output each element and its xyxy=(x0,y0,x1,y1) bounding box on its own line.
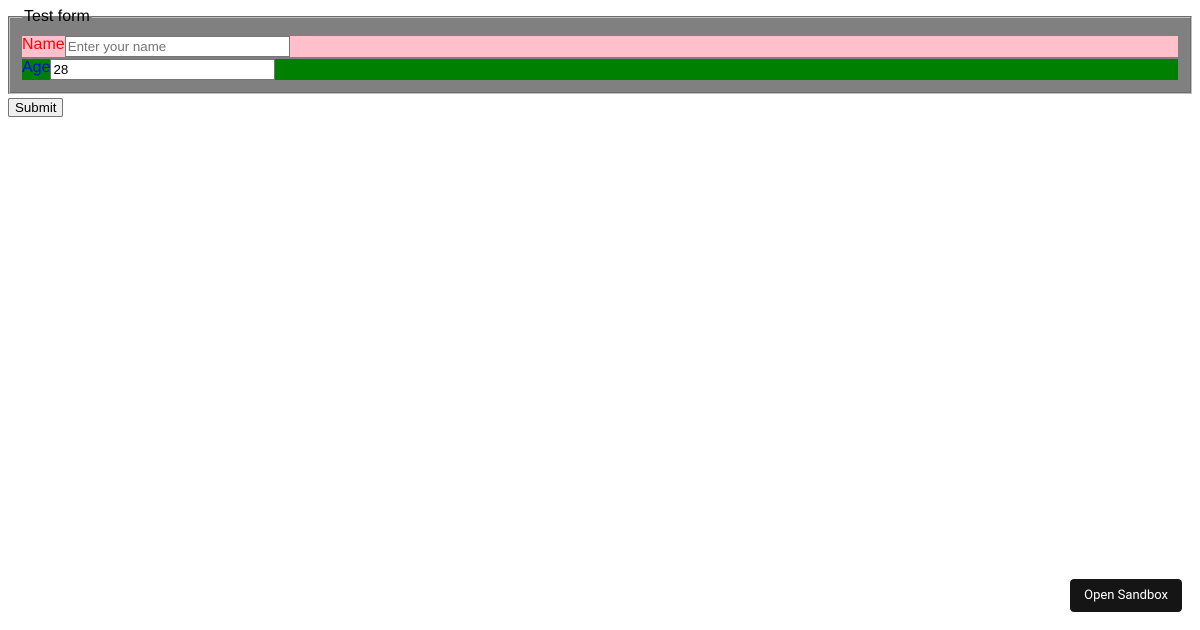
form-legend: Test form xyxy=(22,8,92,26)
name-row: Name xyxy=(22,36,1178,57)
age-label: Age xyxy=(22,59,50,80)
age-input[interactable] xyxy=(50,59,275,80)
name-input[interactable] xyxy=(65,36,290,57)
test-form: Test form Name Age Submit xyxy=(8,8,1192,117)
open-sandbox-button[interactable]: Open Sandbox xyxy=(1070,579,1182,612)
name-label: Name xyxy=(22,36,65,57)
submit-button[interactable]: Submit xyxy=(8,98,63,117)
form-fieldset: Test form Name Age xyxy=(8,8,1192,94)
age-row: Age xyxy=(22,59,1178,80)
